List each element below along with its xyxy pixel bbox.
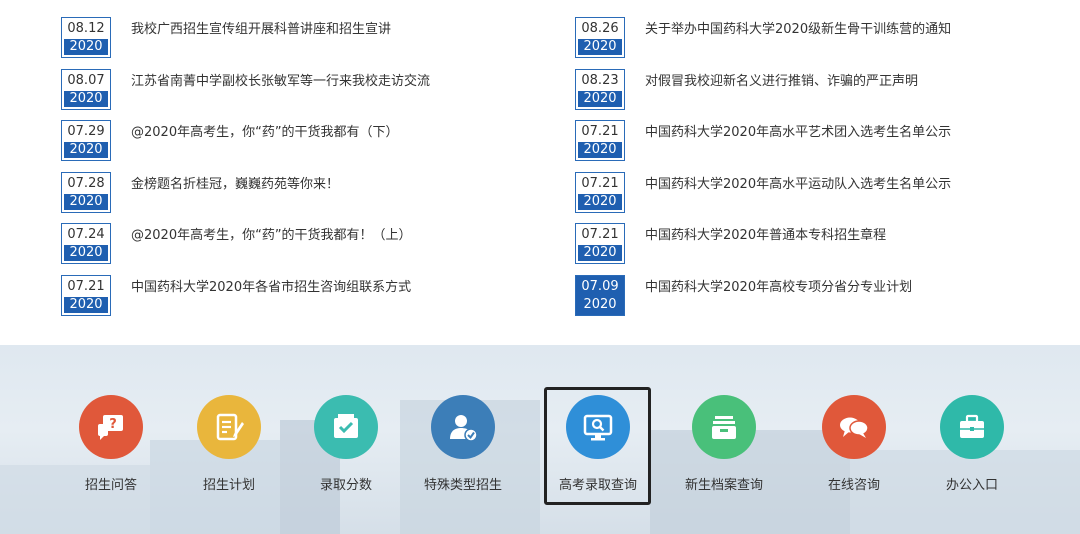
qa-icon[interactable]: ? — [79, 395, 143, 459]
quicklink-label: 招生问答 — [84, 478, 137, 493]
date-year: 2020 — [64, 90, 108, 107]
date-year: 2020 — [578, 142, 622, 159]
date-year: 2020 — [64, 39, 108, 55]
news-title[interactable]: 中国药科大学2020年高水平艺术团入选考生名单公示 — [645, 123, 951, 143]
date-month-day: 08.07 — [67, 72, 105, 88]
date-badge: 08.23 2020 — [575, 68, 625, 110]
date-month-day: 07.21 — [581, 227, 619, 243]
quicklink-label: 在线咨询 — [827, 478, 880, 493]
date-month-day: 07.28 — [67, 175, 105, 191]
quicklink-label: 招生计划 — [202, 478, 255, 493]
news-title[interactable]: @2020年高考生，你“药”的干货我都有！（上） — [131, 226, 412, 246]
date-month-day: 08.23 — [581, 72, 619, 88]
date-badge: 07.29 2020 — [61, 120, 111, 162]
news-title[interactable]: 对假冒我校迎新名义进行推销、诈骗的严正声明 — [645, 72, 918, 92]
svg-text:?: ? — [109, 417, 117, 432]
news-item[interactable]: 07.24 2020 @2020年高考生，你“药”的干货我都有！（上） — [61, 223, 541, 275]
date-year: 2020 — [64, 142, 108, 159]
quicklink-label: 新生档案查询 — [684, 478, 763, 493]
date-month-day: 07.21 — [581, 175, 619, 191]
date-month-day: 08.12 — [67, 21, 105, 36]
news-column-left: 08.12 2020 我校广西招生宣传组开展科普讲座和招生宣讲 08.07 2020… — [61, 17, 541, 327]
date-year: 2020 — [578, 90, 622, 107]
news-title[interactable]: 金榜题名折桂冠，巍巍药苑等你来！ — [131, 175, 339, 195]
news-item[interactable]: 07.21 2020 中国药科大学2020年高水平运动队入选考生名单公示 — [575, 171, 1055, 224]
news-item[interactable]: 07.21 2020 中国药科大学2020年各省市招生咨询组联系方式 — [61, 274, 541, 327]
date-badge: 07.24 2020 — [61, 223, 111, 265]
date-month-day: 08.26 — [581, 21, 619, 36]
news-title[interactable]: 关于举办中国药科大学2020级新生骨干训练营的通知 — [645, 20, 951, 40]
date-year: 2020 — [578, 296, 622, 313]
date-year: 2020 — [578, 193, 622, 210]
date-badge: 07.21 2020 — [575, 223, 625, 265]
quicklink-admission-plan[interactable]: 招生计划 — [174, 395, 284, 493]
date-badge: 07.21 2020 — [575, 171, 625, 213]
news-section: 08.12 2020 我校广西招生宣传组开展科普讲座和招生宣讲 08.07 2020… — [0, 0, 1080, 345]
news-column-right: 08.26 2020 关于举办中国药科大学2020级新生骨干训练营的通知 08.2… — [575, 17, 1055, 327]
news-item[interactable]: 08.26 2020 关于举办中国药科大学2020级新生骨干训练营的通知 — [575, 17, 1055, 69]
news-title[interactable]: 江苏省南菁中学副校长张敏军等一行来我校走访交流 — [131, 72, 430, 92]
score-icon[interactable] — [314, 395, 378, 459]
quicklink-label: 录取分数 — [319, 478, 372, 493]
news-item[interactable]: 07.21 2020 中国药科大学2020年高水平艺术团入选考生名单公示 — [575, 120, 1055, 172]
quicklink-office-entry[interactable]: 办公入口 — [917, 395, 1027, 493]
date-badge: 08.07 2020 — [61, 68, 111, 110]
news-item[interactable]: 07.09 2020 中国药科大学2020年高校专项分省分专业计划 — [575, 274, 1055, 327]
news-title[interactable]: 我校广西招生宣传组开展科普讲座和招生宣讲 — [131, 20, 391, 40]
date-badge: 07.28 2020 — [61, 171, 111, 213]
date-badge: 07.21 2020 — [61, 274, 111, 316]
date-badge: 07.09 2020 — [575, 274, 625, 316]
news-item[interactable]: 08.12 2020 我校广西招生宣传组开展科普讲座和招生宣讲 — [61, 17, 541, 69]
quicklinks-row: ? 招生问答 招生计划 录取分数 特殊类型招生 高考录取查询 新生档案查询 在线… — [0, 345, 1080, 534]
quicklink-special-admission[interactable]: 特殊类型招生 — [408, 395, 518, 493]
date-badge: 08.26 2020 — [575, 17, 625, 58]
quicklink-online-consult[interactable]: 在线咨询 — [799, 395, 909, 493]
date-badge: 08.12 2020 — [61, 17, 111, 58]
date-month-day: 07.21 — [67, 278, 105, 294]
news-item[interactable]: 08.23 2020 对假冒我校迎新名义进行推销、诈骗的严正声明 — [575, 68, 1055, 121]
date-year: 2020 — [64, 296, 108, 313]
date-month-day: 07.09 — [581, 278, 619, 294]
news-title[interactable]: 中国药科大学2020年高水平运动队入选考生名单公示 — [645, 175, 951, 195]
news-item[interactable]: 07.28 2020 金榜题名折桂冠，巍巍药苑等你来！ — [61, 171, 541, 224]
quicklink-label: 特殊类型招生 — [423, 478, 502, 493]
news-title[interactable]: 中国药科大学2020年各省市招生咨询组联系方式 — [131, 278, 411, 298]
office-icon[interactable] — [940, 395, 1004, 459]
quicklinks-section: ? 招生问答 招生计划 录取分数 特殊类型招生 高考录取查询 新生档案查询 在线… — [0, 345, 1080, 534]
news-item[interactable]: 07.21 2020 中国药科大学2020年普通本专科招生章程 — [575, 223, 1055, 275]
date-year: 2020 — [578, 245, 622, 262]
date-month-day: 07.24 — [67, 227, 105, 243]
quicklink-admission-score[interactable]: 录取分数 — [291, 395, 401, 493]
news-title[interactable]: 中国药科大学2020年高校专项分省分专业计划 — [645, 278, 912, 298]
news-title[interactable]: @2020年高考生，你“药”的干货我都有（下） — [131, 123, 399, 143]
news-item[interactable]: 08.07 2020 江苏省南菁中学副校长张敏军等一行来我校走访交流 — [61, 68, 541, 121]
quicklink-label: 办公入口 — [945, 478, 998, 493]
quicklink-admission-qa[interactable]: ? 招生问答 — [56, 395, 166, 493]
news-item[interactable]: 07.29 2020 @2020年高考生，你“药”的干货我都有（下） — [61, 120, 541, 172]
date-year: 2020 — [578, 39, 622, 55]
date-month-day: 07.21 — [581, 124, 619, 140]
selection-highlight-box — [544, 387, 651, 505]
chat-icon[interactable] — [822, 395, 886, 459]
date-month-day: 07.29 — [67, 124, 105, 140]
news-title[interactable]: 中国药科大学2020年普通本专科招生章程 — [645, 226, 886, 246]
date-year: 2020 — [64, 193, 108, 210]
quicklink-freshman-archive[interactable]: 新生档案查询 — [669, 395, 779, 493]
special-icon[interactable] — [431, 395, 495, 459]
plan-icon[interactable] — [197, 395, 261, 459]
date-year: 2020 — [64, 245, 108, 262]
archive-icon[interactable] — [692, 395, 756, 459]
date-badge: 07.21 2020 — [575, 120, 625, 162]
